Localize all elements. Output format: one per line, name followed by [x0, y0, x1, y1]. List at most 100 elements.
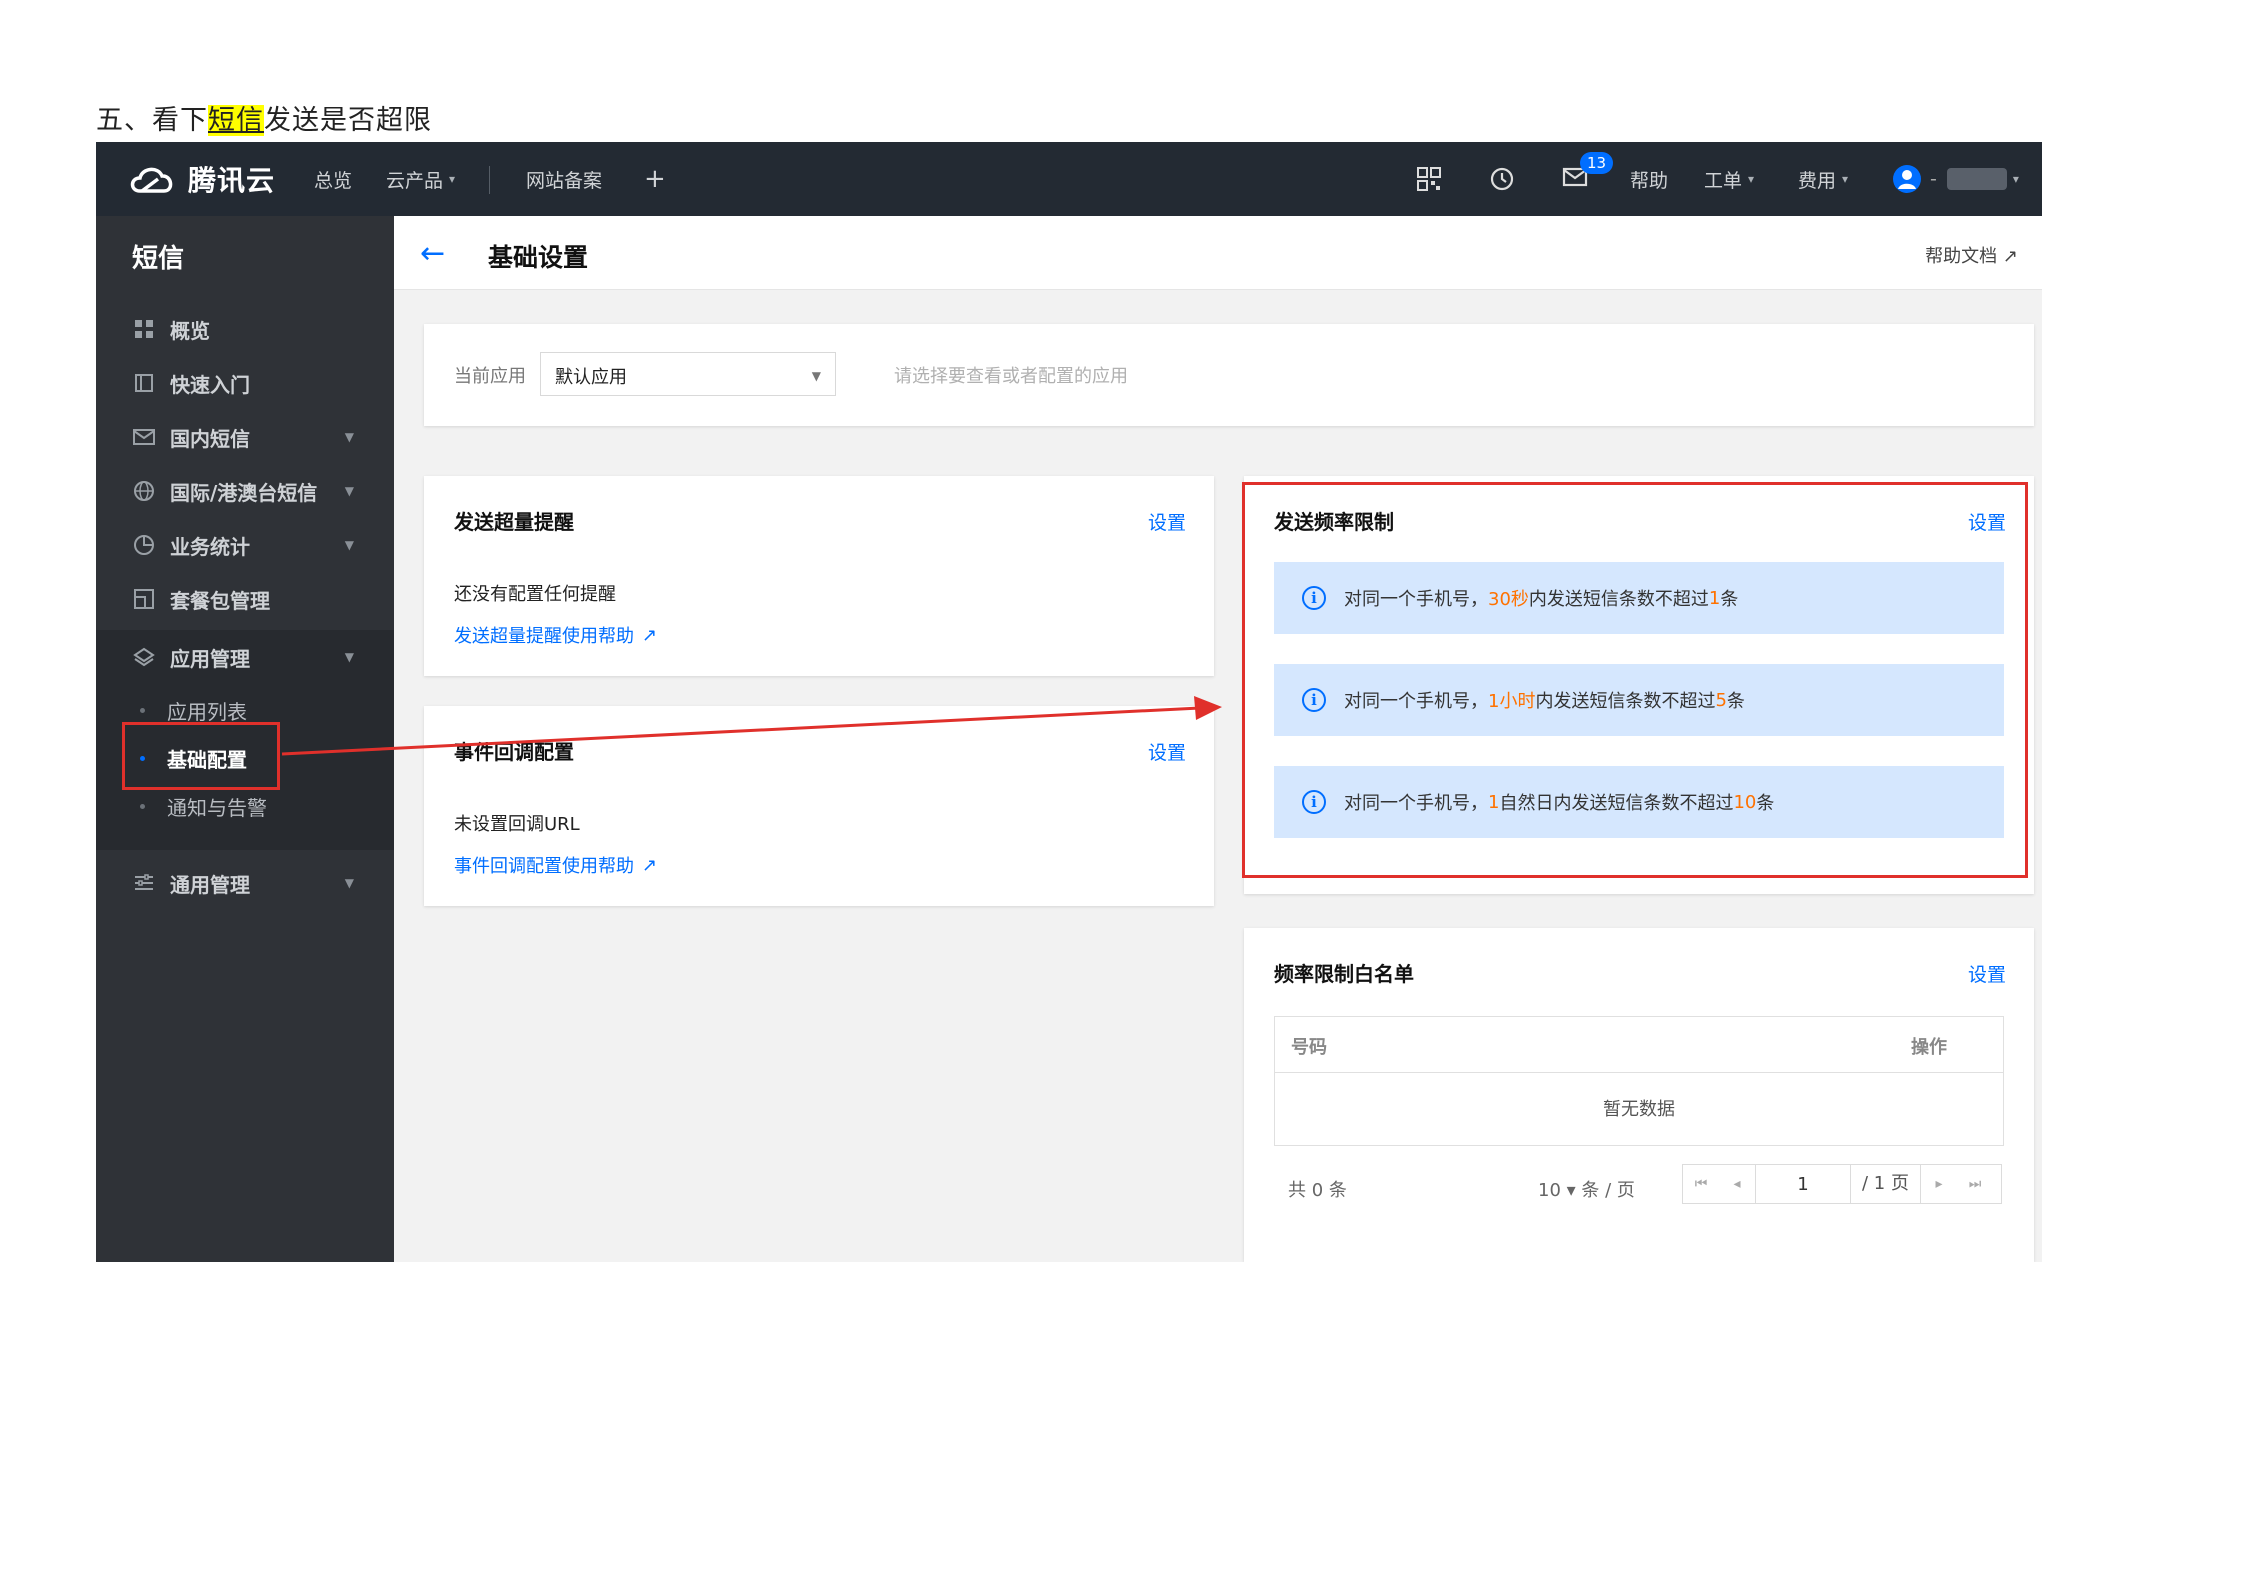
console-screenshot: 腾讯云 总览 云产品 ▾ 网站备案 + 13 帮助 工单 ▾ 费用 ▾ - ▾ 短信 …: [96, 142, 2042, 1262]
sidebar-item-international-sms[interactable]: 国际/港澳台短信 ▼: [96, 464, 394, 518]
nav-billing[interactable]: 费用 ▾: [1798, 142, 1848, 216]
sidebar-item-general-management[interactable]: 通用管理 ▼: [96, 856, 394, 910]
nav-icp[interactable]: 网站备案: [526, 142, 602, 216]
qr-icon[interactable]: [1416, 142, 1442, 216]
column-number: 号码: [1291, 1037, 1327, 1058]
overquota-status: 还没有配置任何提醒: [454, 584, 616, 605]
callback-help-label: 事件回调配置使用帮助: [454, 856, 634, 877]
app-select-dropdown[interactable]: 默认应用 ▼: [540, 352, 836, 396]
globe-icon: [132, 479, 156, 503]
overquota-help-link[interactable]: 发送超量提醒使用帮助 ↗: [454, 622, 657, 648]
help-doc-link[interactable]: 帮助文档 ↗: [1925, 242, 2018, 268]
sidebar-title: 短信: [132, 244, 185, 274]
nav-products[interactable]: 云产品 ▾: [386, 142, 455, 216]
mail-count-badge: 13: [1580, 151, 1614, 174]
sidebar-item-label: 概览: [170, 318, 210, 343]
chevron-down-icon: ▾: [1748, 172, 1755, 186]
sidebar-item-quickstart[interactable]: 快速入门: [96, 356, 394, 410]
page-total: / 1 页: [1851, 1164, 1921, 1204]
chevron-down-icon: ▾: [449, 172, 456, 186]
external-link-icon: ↗: [2002, 246, 2018, 267]
overquota-settings-link[interactable]: 设置: [1148, 508, 1186, 535]
overquota-help-label: 发送超量提醒使用帮助: [454, 626, 634, 647]
user-name-separator: -: [1930, 168, 1937, 190]
sidebar-item-stats[interactable]: 业务统计 ▼: [96, 518, 394, 572]
chevron-down-icon: ▼: [344, 876, 354, 890]
next-page-icon[interactable]: ▸: [1921, 1176, 1957, 1192]
annotation-box-frequency-limit: [1242, 482, 2028, 878]
chevron-down-icon: ▼: [811, 369, 821, 383]
chevron-down-icon: ▼: [344, 650, 354, 664]
nav-divider: [489, 166, 490, 194]
sidebar-item-overview[interactable]: 概览: [96, 302, 394, 356]
layers-icon: [132, 645, 156, 669]
page-number-input[interactable]: 1: [1755, 1164, 1851, 1204]
callback-help-link[interactable]: 事件回调配置使用帮助 ↗: [454, 852, 657, 878]
top-navbar: 腾讯云 总览 云产品 ▾ 网站备案 + 13 帮助 工单 ▾ 费用 ▾ - ▾: [96, 142, 2042, 216]
last-page-icon[interactable]: ⏭: [1957, 1176, 1993, 1192]
card-title: 事件回调配置: [454, 740, 574, 764]
heading-prefix: 五、看下: [96, 105, 208, 136]
overquota-alert-card: 发送超量提醒 设置 还没有配置任何提醒 发送超量提醒使用帮助 ↗: [424, 476, 1214, 676]
add-shortcut-button[interactable]: +: [644, 142, 666, 216]
brand-logo[interactable]: 腾讯云: [126, 142, 275, 216]
nav-overview[interactable]: 总览: [314, 142, 352, 216]
book-icon: [132, 371, 156, 395]
pager: ⏮ ◂ 1 / 1 页 ▸ ⏭: [1682, 1164, 2002, 1204]
external-link-icon: ↗: [642, 854, 658, 876]
chevron-down-icon: ▾: [1842, 172, 1849, 186]
card-title: 频率限制白名单: [1274, 962, 1414, 986]
sidebar-subitem-label: 应用列表: [167, 699, 247, 724]
chevron-down-icon: ▼: [344, 484, 354, 498]
sidebar-item-app-management[interactable]: 应用管理 ▼: [96, 630, 394, 684]
chevron-down-icon: ▼: [344, 538, 354, 552]
chevron-down-icon: ▾: [2012, 172, 2019, 186]
grid-icon: [132, 317, 156, 341]
callback-settings-link[interactable]: 设置: [1148, 738, 1186, 765]
table-empty-state: 暂无数据: [1603, 1099, 1675, 1120]
nav-ticket[interactable]: 工单 ▾: [1704, 142, 1754, 216]
pagination-bar: 共 0 条 10 ▾ 条 / 页 ⏮ ◂ 1 / 1 页 ▸ ⏭: [1288, 1164, 2004, 1208]
nav-products-label: 云产品: [386, 169, 444, 192]
sidebar-item-label: 国内短信: [170, 426, 250, 451]
app-select-value: 默认应用: [555, 367, 627, 388]
first-page-icon[interactable]: ⏮: [1683, 1176, 1719, 1192]
nav-billing-label: 费用: [1798, 169, 1837, 192]
table-header: 号码 操作: [1275, 1017, 2003, 1073]
pie-chart-icon: [132, 533, 156, 557]
user-avatar-icon: [1893, 165, 1921, 193]
heading-highlight: 短信: [208, 105, 264, 136]
app-select-label: 当前应用: [454, 366, 526, 387]
mail-button[interactable]: 13: [1562, 142, 1614, 216]
whitelist-settings-link[interactable]: 设置: [1968, 960, 2006, 987]
sidebar-item-label: 通用管理: [170, 872, 250, 897]
sidebar-item-package[interactable]: 套餐包管理: [96, 572, 394, 626]
page-size-select[interactable]: 10 ▾ 条 / 页: [1538, 1176, 1635, 1202]
sidebar-item-label: 国际/港澳台短信: [170, 480, 318, 505]
nav-ticket-label: 工单: [1704, 169, 1743, 192]
help-doc-label: 帮助文档: [1925, 246, 1998, 267]
clock-icon[interactable]: [1489, 142, 1515, 216]
card-title: 发送超量提醒: [454, 510, 574, 534]
event-callback-card: 事件回调配置 设置 未设置回调URL 事件回调配置使用帮助 ↗: [424, 706, 1214, 906]
user-menu[interactable]: - ▾: [1892, 142, 2019, 216]
package-icon: [132, 587, 156, 611]
bullet-dot: [140, 803, 145, 809]
bullet-dot: [140, 707, 145, 713]
back-arrow-icon[interactable]: ←: [420, 236, 445, 271]
page-title: 基础设置: [488, 243, 589, 272]
whitelist-table: 号码 操作 暂无数据: [1274, 1016, 2004, 1146]
brand-name: 腾讯云: [188, 164, 276, 197]
chevron-down-icon: ▼: [344, 430, 354, 444]
heading-suffix: 发送是否超限: [264, 105, 432, 136]
external-link-icon: ↗: [642, 624, 658, 646]
nav-help[interactable]: 帮助: [1630, 142, 1668, 216]
frequency-whitelist-card: 频率限制白名单 设置 号码 操作 暂无数据 共 0 条 10 ▾ 条 / 页 ⏮…: [1244, 928, 2034, 1262]
prev-page-icon[interactable]: ◂: [1719, 1176, 1755, 1192]
app-select-card: 当前应用 默认应用 ▼ 请选择要查看或者配置的应用: [424, 324, 2034, 426]
envelope-icon: [132, 425, 156, 449]
sidebar-item-label: 业务统计: [170, 534, 250, 559]
sidebar-item-domestic-sms[interactable]: 国内短信 ▼: [96, 410, 394, 464]
sliders-icon: [132, 871, 156, 895]
user-name-redacted: [1946, 168, 2007, 190]
